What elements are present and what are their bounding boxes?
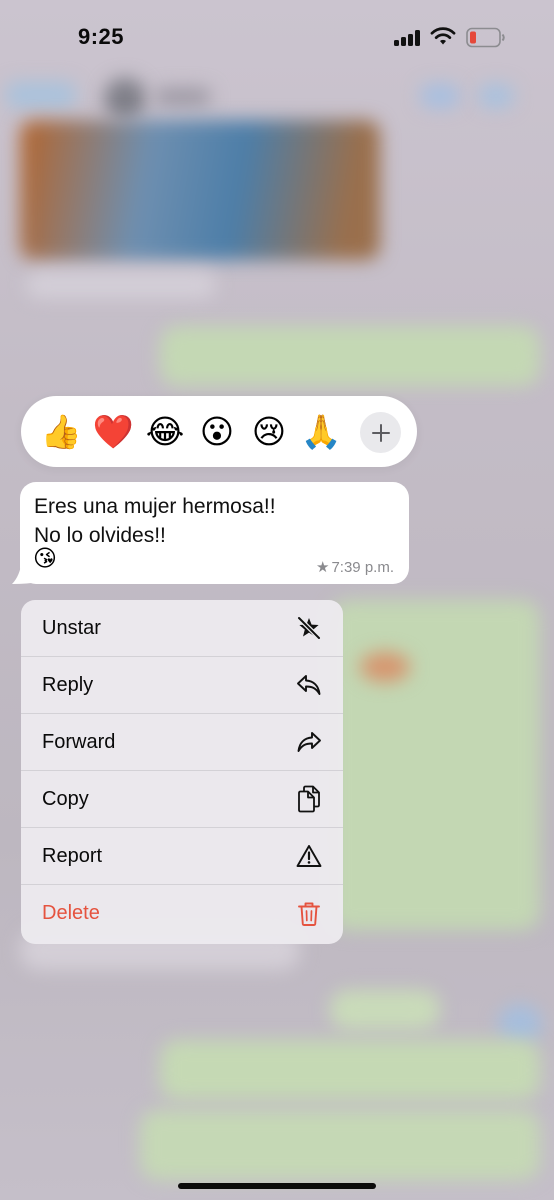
- status-time: 9:25: [78, 24, 125, 49]
- plus-icon: [371, 423, 390, 442]
- menu-item-label: Forward: [42, 730, 116, 753]
- menu-item-label: Report: [42, 844, 103, 867]
- menu-item-label: Unstar: [42, 616, 101, 639]
- message-context-menu: Unstar Reply Forward Copy Report Delete: [21, 600, 343, 944]
- blurred-caption: [26, 272, 216, 298]
- menu-item-copy[interactable]: Copy: [21, 771, 343, 828]
- reaction-praying-hands[interactable]: 🙏: [295, 406, 347, 458]
- star-slash-icon: [295, 614, 323, 642]
- home-indicator: [178, 1183, 376, 1189]
- status-bar: 9:25: [0, 0, 554, 76]
- blurred-call-icon: [478, 84, 514, 108]
- message-time: 7:39 p.m.: [331, 558, 394, 576]
- message-text: Eres una mujer hermosa!! No lo olvides!!: [34, 492, 276, 550]
- blurred-video-icon: [420, 84, 460, 108]
- blurred-outgoing-message: [140, 1110, 540, 1180]
- reaction-thumbs-up[interactable]: 👍: [35, 406, 87, 458]
- menu-item-forward[interactable]: Forward: [21, 714, 343, 771]
- menu-item-delete[interactable]: Delete: [21, 885, 343, 942]
- trash-icon: [295, 900, 323, 928]
- warning-triangle-icon: [295, 842, 323, 870]
- blurred-contact-name: [155, 88, 211, 106]
- menu-item-report[interactable]: Report: [21, 828, 343, 885]
- blurred-avatar: [104, 78, 146, 120]
- reaction-laughing[interactable]: 😂: [139, 406, 191, 458]
- forward-arrow-icon: [295, 728, 323, 756]
- message-meta: ★ 7:39 p.m.: [316, 558, 394, 577]
- reaction-heart[interactable]: ❤️: [87, 406, 139, 458]
- blurred-emoji: [360, 652, 410, 682]
- signal-bars-icon: [394, 30, 420, 46]
- message-emoji: 😘: [33, 546, 57, 572]
- blurred-outgoing-message: [160, 1040, 540, 1100]
- reaction-bar: 👍 ❤️ 😂 😮 😢 🙏: [21, 396, 417, 467]
- message-line: No lo olvides!!: [34, 524, 166, 547]
- wifi-icon: [430, 27, 456, 45]
- menu-item-label: Delete: [42, 902, 100, 924]
- blurred-outgoing-message: [330, 990, 440, 1030]
- menu-item-reply[interactable]: Reply: [21, 657, 343, 714]
- menu-item-unstar[interactable]: Unstar: [21, 600, 343, 657]
- reaction-crying[interactable]: 😢: [243, 406, 295, 458]
- blurred-back-button: [6, 82, 76, 108]
- starred-icon: ★: [316, 559, 330, 576]
- copy-icon: [295, 785, 323, 813]
- reply-arrow-icon: [295, 671, 323, 699]
- battery-low-icon: [466, 27, 505, 48]
- blurred-outgoing-message: [160, 326, 540, 386]
- blurred-reaction: [498, 1004, 542, 1044]
- menu-item-label: Copy: [42, 787, 89, 810]
- reaction-surprised[interactable]: 😮: [191, 406, 243, 458]
- blurred-photo-message: [20, 120, 380, 260]
- menu-item-label: Reply: [42, 673, 94, 696]
- blurred-outgoing-message: [330, 600, 540, 930]
- selected-message-bubble[interactable]: Eres una mujer hermosa!! No lo olvides!!…: [20, 482, 409, 584]
- message-line: Eres una mujer hermosa!!: [34, 495, 276, 518]
- more-reactions-button[interactable]: [360, 412, 401, 453]
